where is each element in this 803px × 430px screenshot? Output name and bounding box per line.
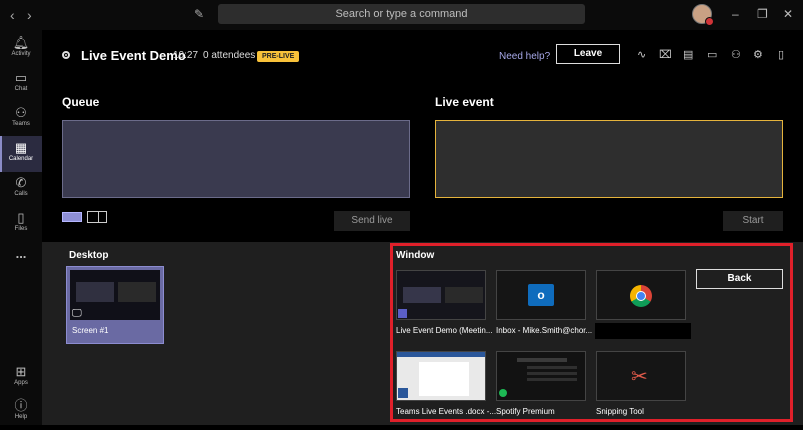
window-thumbnail[interactable]	[396, 270, 486, 320]
window-thumbnail[interactable]: o	[496, 270, 586, 320]
chat-icon[interactable]: ▭	[707, 48, 717, 61]
device-icon[interactable]: ▯	[778, 48, 784, 61]
chat-icon: ▭	[14, 70, 28, 85]
calendar-icon: ▦	[14, 140, 28, 155]
window-thumbnail[interactable]	[496, 351, 586, 401]
phone-icon: ✆	[15, 175, 27, 190]
compose-icon[interactable]: ✎	[194, 7, 204, 21]
rail-item-label: Calendar	[8, 156, 34, 162]
window-label: Snipping Tool	[596, 407, 644, 416]
rail-item-label: Files	[14, 226, 28, 232]
back-arrow-icon[interactable]: ‹	[10, 7, 15, 23]
teams-icon: ⚇	[15, 105, 27, 120]
help-icon: ⓘ	[14, 398, 28, 413]
window-label	[595, 323, 691, 339]
bell-icon: 🔔︎	[12, 35, 30, 50]
rail-item-teams[interactable]: ⚇ Teams	[0, 101, 42, 137]
rail-item-chat[interactable]: ▭ Chat	[0, 66, 42, 102]
live-event-heading: Live event	[435, 95, 494, 109]
queue-heading: Queue	[62, 95, 100, 109]
record-icon	[62, 51, 70, 59]
window-label: Teams Live Events .docx -...	[396, 407, 497, 416]
single-layout-button[interactable]	[62, 212, 82, 222]
desktop-heading: Desktop	[69, 250, 109, 261]
split-layout-button[interactable]	[87, 211, 107, 223]
screen-thumbnail	[70, 270, 160, 320]
rail-item-label: Calls	[14, 191, 28, 197]
leave-button[interactable]: Leave	[556, 44, 620, 64]
outlook-icon: o	[528, 284, 554, 306]
chrome-icon	[630, 285, 652, 307]
health-icon[interactable]: ∿	[637, 48, 646, 61]
more-apps-button[interactable]: ...	[0, 246, 42, 282]
notes-icon[interactable]: ▤	[683, 48, 693, 61]
window-label: Inbox - Mike.Smith@chor...	[496, 326, 593, 335]
minimize-icon[interactable]: –	[732, 7, 739, 21]
rail-item-calendar[interactable]: ▦ Calendar	[0, 136, 42, 172]
word-icon	[398, 388, 408, 398]
rail-item-apps[interactable]: ⊞ Apps	[0, 360, 42, 396]
more-icon: ...	[15, 246, 27, 261]
screen-label: Screen #1	[72, 326, 109, 335]
send-live-button[interactable]: Send live	[334, 211, 410, 231]
window-thumbnail[interactable]: ✂	[596, 351, 686, 401]
rail-item-label: Teams	[12, 121, 30, 127]
search-input[interactable]: Search or type a command	[218, 4, 585, 24]
back-button[interactable]: Back	[696, 269, 783, 289]
attendee-count: 0 attendees	[203, 50, 256, 61]
rail-item-files[interactable]: ▯ Files	[0, 206, 42, 242]
status-badge: PRE-LIVE	[257, 51, 300, 62]
window-heading: Window	[396, 250, 435, 261]
close-icon[interactable]: ✕	[783, 7, 793, 21]
window-thumbnail[interactable]	[596, 270, 686, 320]
forward-arrow-icon[interactable]: ›	[27, 7, 32, 23]
rail-item-activity[interactable]: 🔔︎ Activity	[0, 31, 42, 67]
rail-item-label: Help	[14, 414, 28, 420]
spotify-icon	[499, 389, 507, 397]
rail-item-calls[interactable]: ✆ Calls	[0, 171, 42, 207]
gear-icon[interactable]: ⚙	[753, 48, 763, 61]
need-help-link[interactable]: Need help?	[499, 51, 550, 62]
scissors-icon: ✂	[631, 366, 648, 388]
start-button[interactable]: Start	[723, 211, 783, 231]
monitor-icon: 🖵︎	[72, 308, 82, 319]
presence-badge	[705, 17, 714, 26]
participants-icon[interactable]: ⚇	[731, 48, 741, 61]
file-icon: ▯	[17, 210, 25, 225]
maximize-icon[interactable]: ❐	[757, 7, 768, 21]
meeting-time: 10:27	[173, 50, 199, 61]
window-thumbnail[interactable]	[396, 351, 486, 401]
live-event-preview	[435, 120, 783, 198]
apps-icon: ⊞	[15, 364, 27, 379]
qna-icon[interactable]: ⌧	[659, 48, 672, 61]
rail-item-label: Chat	[14, 86, 28, 92]
rail-item-label: Apps	[14, 380, 28, 386]
rail-item-label: Activity	[11, 51, 31, 57]
window-label: Live Event Demo (Meetin...	[396, 326, 493, 335]
queue-preview	[62, 120, 410, 198]
meeting-title: Live Event Demo	[81, 48, 186, 63]
window-label: Spotify Premium	[496, 407, 555, 416]
